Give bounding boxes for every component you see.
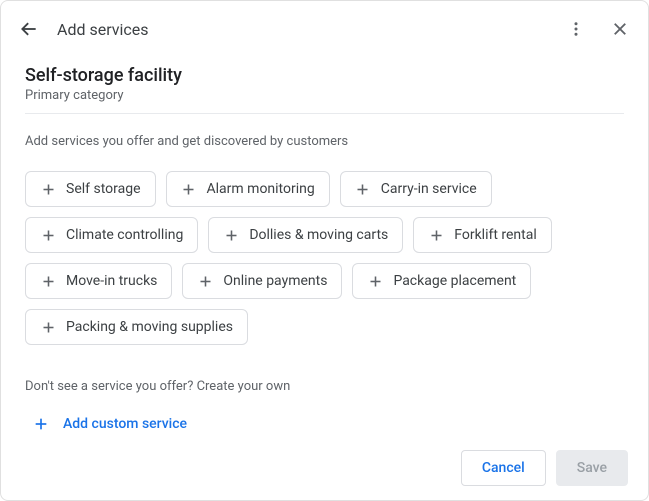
plus-icon (223, 227, 239, 243)
cancel-button[interactable]: Cancel (461, 450, 546, 486)
plus-icon (355, 181, 371, 197)
dialog-header: Add services (1, 1, 648, 57)
dialog-footer: Cancel Save (461, 450, 628, 486)
category-subtitle: Primary category (25, 88, 624, 103)
header-actions (564, 17, 632, 41)
custom-service-prompt: Don't see a service you offer? Create yo… (25, 379, 624, 394)
back-button[interactable] (17, 17, 41, 41)
service-chip[interactable]: Self storage (25, 171, 156, 207)
plus-icon (367, 273, 383, 289)
plus-icon (33, 416, 49, 432)
save-button-label: Save (577, 460, 607, 476)
service-chip-label: Package placement (393, 273, 516, 289)
plus-icon (197, 273, 213, 289)
plus-icon (40, 227, 56, 243)
service-chip[interactable]: Carry-in service (340, 171, 492, 207)
divider (25, 113, 624, 114)
service-chip[interactable]: Packing & moving supplies (25, 309, 248, 345)
category-title: Self-storage facility (25, 65, 624, 86)
plus-icon (40, 181, 56, 197)
plus-icon (428, 227, 444, 243)
plus-icon (40, 273, 56, 289)
service-chip-label: Forklift rental (454, 227, 537, 243)
add-custom-service-button[interactable]: Add custom service (25, 412, 195, 436)
service-chips-container: Self storage Alarm monitoring Carry-in ser… (25, 171, 624, 345)
service-chip-label: Packing & moving supplies (66, 319, 233, 335)
service-chip[interactable]: Dollies & moving carts (208, 217, 403, 253)
service-chip-label: Carry-in service (381, 181, 477, 197)
service-chip-label: Climate controlling (66, 227, 183, 243)
plus-icon (40, 319, 56, 335)
service-chip[interactable]: Package placement (352, 263, 531, 299)
cancel-button-label: Cancel (482, 460, 525, 476)
close-icon (611, 20, 629, 38)
more-vert-icon (567, 20, 585, 38)
instruction-text: Add services you offer and get discovere… (25, 134, 624, 149)
service-chip[interactable]: Climate controlling (25, 217, 198, 253)
add-custom-service-label: Add custom service (63, 416, 187, 432)
arrow-left-icon (19, 19, 39, 39)
plus-icon (181, 181, 197, 197)
service-chip[interactable]: Move-in trucks (25, 263, 172, 299)
dialog-content: Self-storage facility Primary category A… (1, 57, 648, 436)
service-chip-label: Online payments (223, 273, 327, 289)
dialog-title: Add services (57, 20, 564, 39)
service-chip-label: Self storage (66, 181, 141, 197)
service-chip[interactable]: Alarm monitoring (166, 171, 330, 207)
more-options-button[interactable] (564, 17, 588, 41)
service-chip-label: Alarm monitoring (207, 181, 315, 197)
service-chip[interactable]: Online payments (182, 263, 342, 299)
service-chip-label: Dollies & moving carts (249, 227, 388, 243)
close-button[interactable] (608, 17, 632, 41)
save-button: Save (556, 450, 628, 486)
service-chip-label: Move-in trucks (66, 273, 157, 289)
service-chip[interactable]: Forklift rental (413, 217, 552, 253)
